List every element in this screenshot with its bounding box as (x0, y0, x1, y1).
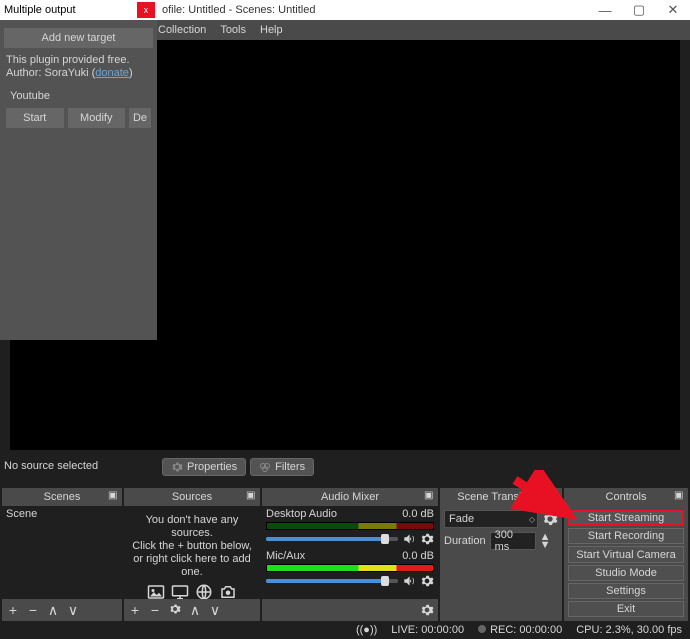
duration-spinner[interactable]: ▲▼ (540, 533, 550, 549)
camera-source-icon (218, 583, 238, 599)
transitions-header: Scene Transitions (457, 491, 544, 503)
close-icon[interactable]: ✕ (656, 0, 690, 20)
menu-help[interactable]: Help (260, 24, 283, 36)
status-bar: ((●)) LIVE: 00:00:00 REC: 00:00:00 CPU: … (0, 621, 690, 639)
mic-meter (266, 564, 434, 572)
transition-settings-button[interactable] (542, 511, 558, 527)
scene-item[interactable]: Scene (2, 506, 122, 522)
main-title-suffix: ofile: Untitled - Scenes: Untitled (158, 4, 315, 16)
undock-icon[interactable]: ▣ (108, 490, 120, 502)
donate-link[interactable]: donate (95, 67, 129, 79)
duration-label: Duration (444, 535, 486, 547)
menu-collection[interactable]: Collection (158, 24, 206, 36)
delete-output-button[interactable]: De (129, 108, 151, 128)
add-source-button[interactable]: + (128, 602, 142, 618)
status-rec: REC: 00:00:00 (490, 624, 562, 636)
speaker-icon[interactable] (402, 532, 416, 546)
start-output-button[interactable]: Start (6, 108, 64, 128)
filters-icon (259, 461, 271, 473)
multiple-output-popup: Multiple output x Add new target This pl… (0, 0, 157, 340)
scenes-header: Scenes (44, 491, 81, 503)
studio-mode-button[interactable]: Studio Mode (568, 565, 684, 581)
scene-up-button[interactable]: ∧ (46, 602, 60, 619)
add-new-target-button[interactable]: Add new target (4, 28, 153, 48)
duration-input[interactable]: 300 ms (490, 532, 536, 550)
minimize-icon[interactable]: — (588, 0, 622, 20)
popup-section-youtube: Youtube (0, 86, 157, 104)
remove-source-button[interactable]: − (148, 602, 162, 618)
start-recording-button[interactable]: Start Recording (568, 528, 684, 544)
mixer-header: Audio Mixer (321, 491, 379, 503)
controls-panel: Controls ▣ Start Streaming Start Recordin… (564, 488, 688, 621)
filters-button[interactable]: Filters (250, 458, 314, 476)
maximize-icon[interactable]: ▢ (622, 0, 656, 20)
scenes-panel: Scenes ▣ Scene + − ∧ ∨ (2, 488, 122, 621)
scene-transitions-panel: Scene Transitions ▣ Fade◇ Duration 300 ms… (440, 488, 562, 621)
exit-button[interactable]: Exit (568, 601, 684, 617)
popup-info: This plugin provided free. Author: SoraY… (0, 54, 157, 86)
sources-panel: Sources ▣ You don't have any sources. Cli… (124, 488, 260, 621)
add-scene-button[interactable]: + (6, 602, 20, 618)
broadcast-icon: ((●)) (356, 624, 377, 636)
remove-scene-button[interactable]: − (26, 602, 40, 618)
source-up-button[interactable]: ∧ (188, 602, 202, 619)
start-virtual-camera-button[interactable]: Start Virtual Camera (568, 546, 684, 562)
gear-icon[interactable] (420, 574, 434, 588)
popup-titlebar[interactable]: Multiple output x (0, 0, 157, 20)
mixer-mic-aux: Mic/Aux0.0 dB (262, 548, 438, 590)
image-source-icon (146, 583, 166, 599)
source-down-button[interactable]: ∨ (208, 602, 222, 619)
settings-button[interactable]: Settings (568, 583, 684, 599)
controls-header: Controls (606, 491, 647, 503)
gear-icon (171, 461, 183, 473)
speaker-icon[interactable] (402, 574, 416, 588)
undock-icon[interactable]: ▣ (548, 490, 560, 502)
display-source-icon (170, 583, 190, 599)
desktop-meter (266, 522, 434, 530)
undock-icon[interactable]: ▣ (424, 490, 436, 502)
sources-empty-message: You don't have any sources. Click the + … (124, 506, 260, 599)
mic-volume-slider[interactable] (266, 579, 398, 583)
no-source-label: No source selected (4, 460, 98, 472)
globe-source-icon (194, 583, 214, 599)
popup-close-button[interactable]: x (137, 2, 155, 18)
menu-tools[interactable]: Tools (220, 24, 246, 36)
start-streaming-button[interactable]: Start Streaming (568, 510, 684, 526)
scene-down-button[interactable]: ∨ (66, 602, 80, 619)
rec-dot-icon (478, 625, 486, 633)
properties-button[interactable]: Properties (162, 458, 246, 476)
mixer-desktop-audio: Desktop Audio0.0 dB (262, 506, 438, 548)
status-cpu: CPU: 2.3%, 30.00 fps (576, 624, 682, 636)
gear-icon[interactable] (420, 532, 434, 546)
transition-select[interactable]: Fade◇ (444, 510, 538, 528)
mixer-settings-button[interactable] (420, 603, 434, 617)
undock-icon[interactable]: ▣ (246, 490, 258, 502)
undock-icon[interactable]: ▣ (674, 490, 686, 502)
desktop-volume-slider[interactable] (266, 537, 398, 541)
source-settings-button[interactable] (168, 602, 182, 618)
popup-title-text: Multiple output (4, 4, 76, 16)
audio-mixer-panel: Audio Mixer ▣ Desktop Audio0.0 dB Mic/Aux… (262, 488, 438, 621)
status-live: LIVE: 00:00:00 (391, 624, 464, 636)
modify-output-button[interactable]: Modify (68, 108, 126, 128)
sources-header: Sources (172, 491, 212, 503)
